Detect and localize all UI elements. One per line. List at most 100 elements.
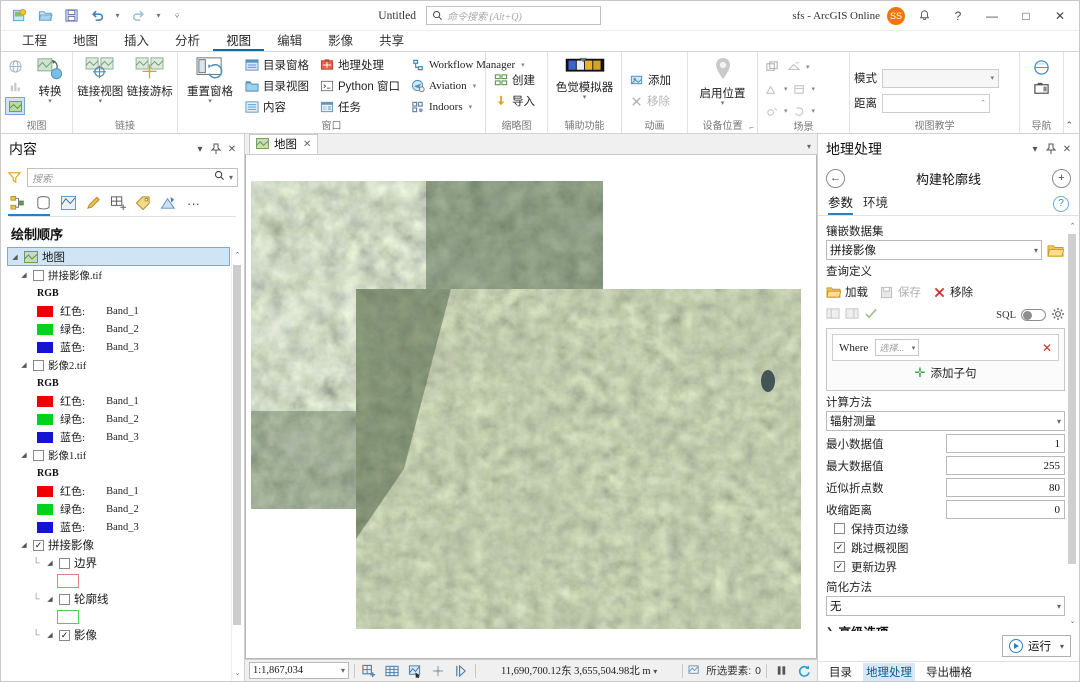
layer-checkbox[interactable] [33, 450, 44, 461]
geoprocessing-close-icon[interactable]: ✕ [1059, 140, 1075, 158]
scene-exaggeration-icon[interactable] [762, 80, 782, 98]
compute-method-dropdown-icon[interactable]: ▾ [1057, 417, 1061, 426]
map-view-icon[interactable] [5, 97, 25, 115]
expand-arrow-icon[interactable]: ◢ [19, 541, 29, 549]
add-to-favorites-icon[interactable]: + [1052, 169, 1071, 188]
tab-insert[interactable]: 插入 [111, 31, 162, 51]
max-data-input[interactable]: 255 [946, 456, 1065, 475]
more-icon[interactable]: ··· [182, 192, 205, 214]
list-by-editing-icon[interactable] [82, 192, 105, 214]
catalog-view-button[interactable]: 目录视图 [241, 76, 313, 96]
map-view-tab-menu-icon[interactable]: ▾ [807, 142, 811, 151]
list-by-diagram-icon[interactable] [157, 192, 180, 214]
redo-dropdown-icon[interactable]: ▾ [152, 5, 165, 27]
scene-refresh-dropdown-icon[interactable]: ▾ [812, 107, 816, 115]
list-by-labeling-icon[interactable] [132, 192, 155, 214]
indoors-dropdown-icon[interactable]: ▾ [469, 103, 473, 111]
tab-analysis[interactable]: 分析 [162, 31, 213, 51]
new-project-icon[interactable] [7, 5, 31, 27]
simplify-method-select[interactable]: 无 ▾ [826, 596, 1065, 616]
mosaic-checkbox[interactable]: ✓ [33, 540, 44, 551]
open-project-icon[interactable] [33, 5, 57, 27]
command-search-box[interactable]: 命令搜索 (Alt+Q) [426, 6, 601, 25]
band-color-swatch[interactable] [37, 324, 53, 335]
tab-view[interactable]: 视图 [213, 31, 264, 51]
minimize-button[interactable]: — [977, 2, 1007, 30]
save-project-icon[interactable] [59, 5, 83, 27]
contents-close-icon[interactable]: ✕ [224, 140, 240, 158]
link-views-dropdown-icon[interactable]: ▾ [98, 99, 102, 105]
where-field-select[interactable]: 选择... ▾ [875, 339, 919, 356]
run-button[interactable]: 运行 ▾ [1002, 635, 1071, 657]
filter-icon[interactable] [7, 170, 22, 185]
tab-parameters[interactable]: 参数 [828, 193, 853, 215]
geoprocessing-menu-icon[interactable]: ▾ [1027, 140, 1043, 158]
contents-scrollbar[interactable]: ⌃ ⌄ [231, 247, 242, 681]
contents-scrollbar-thumb[interactable] [233, 265, 241, 625]
add-clause-button[interactable]: ✛ 添加子句 [832, 361, 1059, 385]
band-color-swatch[interactable] [37, 504, 53, 515]
save-query-button[interactable]: 保存 [880, 284, 921, 300]
enable-location-dropdown-icon[interactable]: ▾ [721, 101, 725, 107]
delete-clause-icon[interactable]: ✕ [1042, 341, 1052, 355]
add-data-icon[interactable] [360, 662, 378, 680]
list-by-data-source-icon[interactable] [32, 192, 55, 214]
account-label[interactable]: sfs - ArcGIS Online [792, 10, 880, 22]
scene-drape-dropdown-icon[interactable]: ▾ [806, 63, 810, 71]
band-color-swatch[interactable] [37, 432, 53, 443]
list-by-snapping-icon[interactable] [107, 192, 130, 214]
aviation-dropdown-icon[interactable]: ▾ [473, 82, 477, 90]
mosaic-dataset-dropdown-icon[interactable]: ▾ [1034, 246, 1038, 255]
load-query-button[interactable]: 加载 [826, 284, 868, 300]
tree-node-boundary[interactable]: └ ◢ 边界 [5, 554, 244, 572]
expand-arrow-icon[interactable]: ◢ [10, 253, 20, 261]
reset-panes-button[interactable]: 重置窗格 ▾ [182, 55, 238, 106]
color-simulator-button[interactable]: 色觉模拟器 ▾ [553, 55, 617, 102]
chart-icon[interactable] [5, 77, 25, 95]
scene-navigation-dropdown-icon[interactable]: ▾ [812, 85, 816, 93]
link-views-button[interactable]: 链接视图 ▾ [77, 55, 124, 106]
convert-dropdown-icon[interactable]: ▾ [48, 99, 52, 105]
geoprocessing-pin-icon[interactable] [1043, 140, 1059, 158]
avatar[interactable]: SS [887, 7, 905, 25]
remove-query-button[interactable]: 移除 [933, 284, 973, 300]
gear-icon[interactable] [1051, 307, 1065, 324]
globe-icon[interactable] [5, 57, 25, 75]
scene-lighting-icon[interactable] [762, 102, 782, 120]
tab-map[interactable]: 地图 [60, 31, 111, 51]
geoprocessing-scrollbar[interactable]: ⌃ ⌄ [1067, 220, 1077, 627]
scene-navigation-icon[interactable] [790, 80, 810, 98]
device-location-dialog-launcher[interactable]: ⌐ [749, 123, 754, 132]
contents-button[interactable]: 内容 [241, 97, 313, 117]
pause-drawing-icon[interactable] [772, 662, 790, 680]
sql-toggle[interactable] [1021, 309, 1046, 321]
expand-arrow-icon[interactable]: ◢ [19, 271, 29, 279]
footprint-checkbox[interactable] [59, 594, 70, 605]
band-color-swatch[interactable] [37, 306, 53, 317]
undo-icon[interactable] [85, 5, 109, 27]
expand-arrow-icon[interactable]: ◢ [45, 631, 55, 639]
expand-arrow-icon[interactable]: ❯ [826, 626, 834, 631]
band-color-swatch[interactable] [37, 414, 53, 425]
refresh-icon[interactable] [795, 662, 813, 680]
band-color-swatch[interactable] [37, 396, 53, 407]
tab-project[interactable]: 工程 [9, 31, 60, 51]
back-icon[interactable]: ← [826, 169, 845, 188]
layer-checkbox[interactable] [33, 360, 44, 371]
geoprocessing-scrollbar-thumb[interactable] [1068, 234, 1076, 564]
band-color-swatch[interactable] [37, 522, 53, 533]
footer-tab-export-raster[interactable]: 导出栅格 [923, 663, 975, 681]
measure-icon[interactable] [429, 662, 447, 680]
tree-node-footprint[interactable]: └ ◢ 轮廓线 [5, 590, 244, 608]
search-icon[interactable] [214, 170, 225, 184]
scene-layers-icon[interactable] [762, 58, 782, 76]
min-data-input[interactable]: 1 [946, 434, 1065, 453]
bookmarks-icon[interactable] [1032, 58, 1052, 76]
insert-clause-icon[interactable] [826, 307, 841, 323]
convert-button[interactable]: 转换 ▾ [28, 55, 72, 106]
tree-node-image[interactable]: └ ◢ ✓ 影像 [5, 626, 244, 644]
scene-refresh-icon[interactable] [790, 102, 810, 120]
image-checkbox[interactable]: ✓ [59, 630, 70, 641]
run-dropdown-icon[interactable]: ▾ [1060, 642, 1064, 651]
scroll-down-icon[interactable]: ⌄ [233, 667, 242, 679]
